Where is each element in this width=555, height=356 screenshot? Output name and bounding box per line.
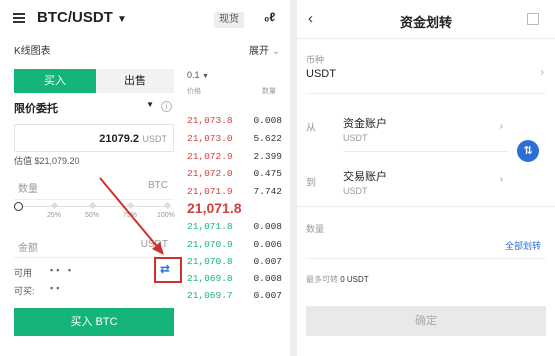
bid-qty: 0.007 bbox=[253, 256, 282, 267]
max-transfer: 最多可转 0 USDT bbox=[306, 274, 369, 285]
bid-qty: 0.006 bbox=[253, 239, 282, 250]
last-price: 21,071.8 bbox=[187, 200, 242, 216]
ask-price: 21,072.9 bbox=[187, 151, 233, 162]
caret-down-icon: ▼ bbox=[202, 73, 209, 80]
ask-qty: 7.742 bbox=[253, 186, 282, 197]
depth-select[interactable]: 0.1 ▼ bbox=[187, 70, 209, 80]
page-title: 资金划转 bbox=[399, 15, 452, 30]
from-account-name: 资金账户 bbox=[343, 118, 387, 130]
from-account-currency: USDT bbox=[343, 133, 368, 143]
back-icon[interactable]: ‹ bbox=[308, 10, 313, 27]
max-transfer-value: 0 USDT bbox=[340, 275, 369, 284]
to-account-currency: USDT bbox=[343, 186, 368, 196]
ask-qty: 2.399 bbox=[253, 151, 282, 162]
max-transfer-label: 最多可转 bbox=[306, 275, 338, 284]
currency-label: 币种 bbox=[306, 55, 325, 65]
currency-value: USDT bbox=[306, 68, 336, 80]
ask-price: 21,073.8 bbox=[187, 115, 233, 126]
bid-price: 21,069.8 bbox=[187, 273, 233, 284]
ask-price: 21,072.0 bbox=[187, 168, 233, 179]
transfer-pane: ‹ 资金划转 币种 USDT › 从 资金账户 USDT › ⇅ 到 交易账户 … bbox=[297, 0, 555, 356]
bid-price: 21,069.7 bbox=[187, 290, 233, 301]
col-qty-header: 数量 bbox=[262, 88, 276, 95]
ask-price: 21,071.9 bbox=[187, 186, 233, 197]
bid-price: 21,070.9 bbox=[187, 239, 233, 250]
annotation-arrow bbox=[99, 177, 164, 255]
swap-accounts-icon[interactable]: ⇅ bbox=[517, 140, 539, 162]
col-price-header: 价格 bbox=[187, 88, 201, 95]
transfer-quantity-input[interactable] bbox=[306, 236, 486, 252]
history-icon[interactable] bbox=[527, 13, 539, 25]
transfer-all-link[interactable]: 全部划转 bbox=[505, 239, 541, 252]
buy-submit-button[interactable]: 买入 BTC bbox=[14, 308, 174, 336]
bid-qty: 0.007 bbox=[253, 290, 282, 301]
chevron-right-icon: › bbox=[540, 67, 544, 78]
pane-divider bbox=[290, 0, 297, 356]
bid-qty: 0.008 bbox=[253, 221, 282, 232]
bid-price: 21,070.8 bbox=[187, 256, 233, 267]
ask-qty: 0.008 bbox=[253, 115, 282, 126]
to-account-name: 交易账户 bbox=[343, 171, 387, 183]
trade-pane: BTC/USDT ▼ 现货 ₀ℓ K线图表 展开 ⌄ 买入 出售 限价委托 ▼ … bbox=[0, 0, 290, 356]
confirm-button[interactable]: 确定 bbox=[306, 306, 546, 336]
to-label: 到 bbox=[306, 178, 316, 189]
depth-label: 0.1 bbox=[187, 70, 200, 80]
quantity-label: 数量 bbox=[306, 224, 325, 234]
ask-price: 21,073.0 bbox=[187, 133, 233, 144]
chevron-right-icon: › bbox=[499, 121, 503, 132]
currency-select[interactable]: USDT › bbox=[306, 67, 546, 82]
bid-qty: 0.008 bbox=[253, 273, 282, 284]
chevron-right-icon: › bbox=[499, 174, 503, 185]
from-label: 从 bbox=[306, 123, 316, 134]
bid-price: 21,071.8 bbox=[187, 221, 233, 232]
ask-qty: 5.622 bbox=[253, 133, 282, 144]
to-account-select[interactable]: 交易账户 USDT › bbox=[343, 168, 503, 196]
from-account-select[interactable]: 资金账户 USDT › bbox=[343, 115, 503, 143]
ask-qty: 0.475 bbox=[253, 168, 282, 179]
